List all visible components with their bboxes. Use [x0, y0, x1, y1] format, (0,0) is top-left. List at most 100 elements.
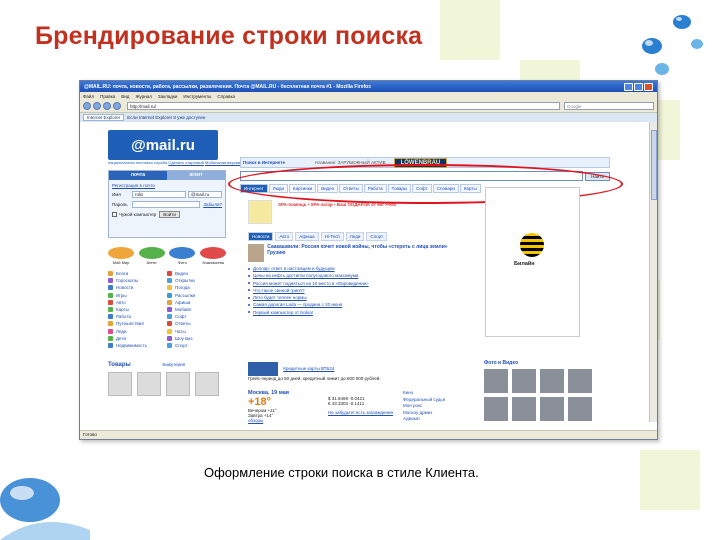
note-link[interactable]: Не забудьте! есть заграждения	[328, 410, 393, 415]
service-item[interactable]: Карты	[108, 306, 167, 312]
service-item[interactable]: Афиша	[167, 299, 226, 305]
menu-edit[interactable]: Правка	[100, 94, 115, 99]
service-item[interactable]: Погода	[167, 285, 226, 291]
photo-thumb[interactable]	[540, 397, 564, 421]
menu-file[interactable]: Файл	[83, 94, 94, 99]
minimize-button[interactable]	[624, 82, 633, 91]
mailru-logo[interactable]: @mail.ru	[108, 130, 218, 160]
menu-view[interactable]: Вид	[121, 94, 129, 99]
photo-thumb[interactable]	[512, 397, 536, 421]
news-lead-link[interactable]: Саакашвили: Россия хочет новой войны, чт…	[267, 244, 448, 262]
goods-image[interactable]	[195, 372, 219, 396]
forward-button[interactable]	[93, 102, 101, 110]
menu-bookmarks[interactable]: Закладки	[158, 94, 177, 99]
news-tab[interactable]: Леди	[345, 232, 365, 241]
news-item[interactable]: Доллар: ответ в настоящем и будущем	[248, 266, 448, 271]
service-item[interactable]: Софт	[167, 314, 226, 320]
vertical-scrollbar[interactable]	[649, 122, 657, 422]
login-button[interactable]: Войти	[159, 211, 180, 218]
service-item[interactable]: Блоги	[108, 271, 167, 276]
credit-title[interactable]: Кредитные карты ВТБ24	[283, 366, 334, 371]
beeline-ad[interactable]: Билайн	[485, 187, 580, 337]
service-icon	[108, 321, 113, 327]
service-item[interactable]: Леди	[108, 328, 167, 334]
photo-thumb[interactable]	[540, 369, 564, 393]
browser-search-input[interactable]: Google	[564, 102, 654, 110]
register-link[interactable]: Регистрация в почте	[112, 183, 155, 188]
news-item[interactable]: Что такое свиной грипп?	[248, 288, 448, 293]
service-item[interactable]: Работа	[108, 314, 167, 320]
news-photo[interactable]	[248, 244, 265, 262]
menu-help[interactable]: Справка	[217, 94, 235, 99]
goods-extra-link[interactable]: Бижутерия	[162, 362, 185, 367]
foreign-computer-checkbox[interactable]	[112, 212, 117, 217]
service-item[interactable]: Открытки	[167, 278, 226, 284]
service-item[interactable]: Недвижимость	[108, 342, 167, 348]
photo-thumb[interactable]	[484, 369, 508, 393]
news-tab[interactable]: Авто	[275, 232, 294, 241]
goods-image[interactable]	[166, 372, 190, 396]
news-tab[interactable]: Новости	[248, 232, 274, 241]
service-agent[interactable]: Агент	[138, 247, 165, 265]
goods-images	[108, 372, 219, 396]
news-item[interactable]: Цены на нефть достигли полугодового макс…	[248, 273, 448, 278]
forgot-link[interactable]: Забыли?	[203, 202, 222, 207]
tab-ie[interactable]: Internet Explorer	[83, 114, 125, 121]
service-item[interactable]: Рассылки	[167, 292, 226, 298]
news-tab[interactable]: Афиша	[295, 232, 319, 241]
mobile-version-link[interactable]: Мобильная версия	[205, 160, 240, 165]
service-item[interactable]: Ответы	[167, 321, 226, 327]
tab-agent[interactable]: агент	[167, 171, 225, 180]
side-menu-item[interactable]: Адвокат	[403, 416, 445, 423]
back-button[interactable]	[83, 102, 91, 110]
service-item[interactable]: Путешествия	[108, 321, 167, 327]
agent-icon	[138, 247, 165, 259]
password-input[interactable]	[132, 201, 201, 208]
goods-heading[interactable]: Товары Бижутерия	[108, 362, 185, 368]
menu-tools[interactable]: Инструменты	[183, 94, 211, 99]
goods-image[interactable]	[108, 372, 132, 396]
menu-history[interactable]: Журнал	[135, 94, 151, 99]
service-item[interactable]: Гороскопы	[108, 278, 167, 284]
news-item[interactable]: Первый компьютер от Nokia!	[248, 310, 448, 315]
make-start-link[interactable]: Сделать стартовой	[168, 160, 204, 165]
service-item[interactable]: Игры	[108, 292, 167, 298]
maximize-button[interactable]	[634, 82, 643, 91]
credit-text: Грейс-период до 50 дней, кредитный лимит…	[248, 376, 381, 381]
close-button[interactable]	[644, 82, 653, 91]
photo-thumb[interactable]	[568, 397, 592, 421]
news-tab[interactable]: Спорт	[366, 232, 388, 241]
news-tab[interactable]: Hi-Tech	[320, 232, 344, 241]
service-item[interactable]: Шоу Биз	[167, 335, 226, 341]
promo-block[interactable]: SPA-помощь • SPA-загар • Ваш ПОДАРОК от …	[248, 200, 428, 226]
photo-thumb[interactable]	[568, 369, 592, 393]
service-photo[interactable]: Фото	[169, 247, 196, 265]
service-item[interactable]: Видео	[167, 271, 226, 276]
service-item[interactable]: Новости	[108, 285, 167, 291]
photo-video-heading[interactable]: Фото и Видео	[484, 360, 518, 366]
login-name-input[interactable]: rolis	[132, 191, 186, 198]
service-icon	[167, 271, 172, 276]
reload-button[interactable]	[103, 102, 111, 110]
home-button[interactable]	[113, 102, 121, 110]
service-item[interactable]: Мобайл	[167, 306, 226, 312]
credit-ad[interactable]: Кредитные карты ВТБ24 Грейс-период до 50…	[248, 362, 458, 381]
page-content: @mail.ru национальная почтовая служба Сд…	[80, 122, 657, 439]
domain-select[interactable]: @mail.ru	[188, 191, 222, 198]
service-dating[interactable]: Знакомства	[199, 247, 226, 265]
address-bar[interactable]: http://mail.ru/	[127, 102, 560, 110]
service-icon	[108, 299, 113, 305]
service-item[interactable]: Авто	[108, 299, 167, 305]
goods-image[interactable]	[137, 372, 161, 396]
news-item[interactable]: Лето будет теплее нормы	[248, 295, 448, 300]
scrollbar-thumb[interactable]	[651, 130, 657, 200]
service-myworld[interactable]: Мой Мир	[108, 247, 134, 265]
news-item[interactable]: Россия может подняться на 10 место в «Ев…	[248, 281, 448, 286]
service-item[interactable]: Спорт	[167, 342, 226, 348]
photo-thumb[interactable]	[512, 369, 536, 393]
service-item[interactable]: Чаты	[167, 328, 226, 334]
news-item[interactable]: Самая дорогая Lada — продана с 20 июня	[248, 302, 448, 307]
service-item[interactable]: Дети	[108, 335, 167, 341]
tab-mail[interactable]: почта	[109, 171, 167, 180]
photo-thumb[interactable]	[484, 397, 508, 421]
